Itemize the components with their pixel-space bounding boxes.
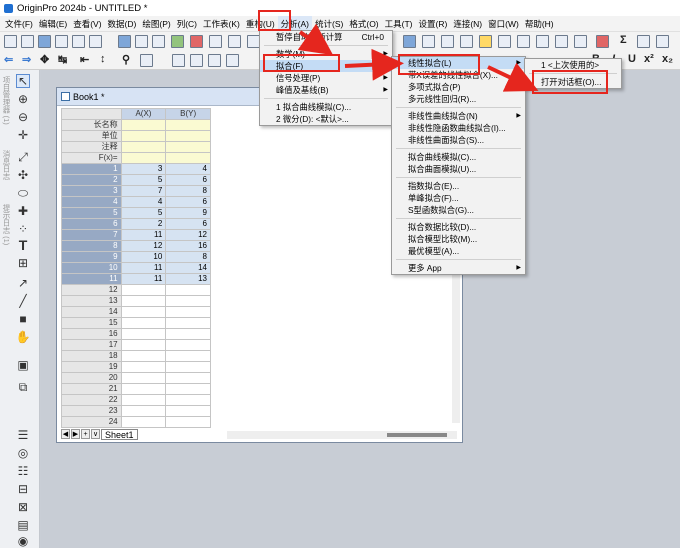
guide-arrows: [297, 23, 539, 92]
arrow-to-linear: [344, 48, 404, 81]
arrow-to-open-dialog: [487, 62, 539, 92]
arrow-to-fit: [297, 23, 334, 56]
